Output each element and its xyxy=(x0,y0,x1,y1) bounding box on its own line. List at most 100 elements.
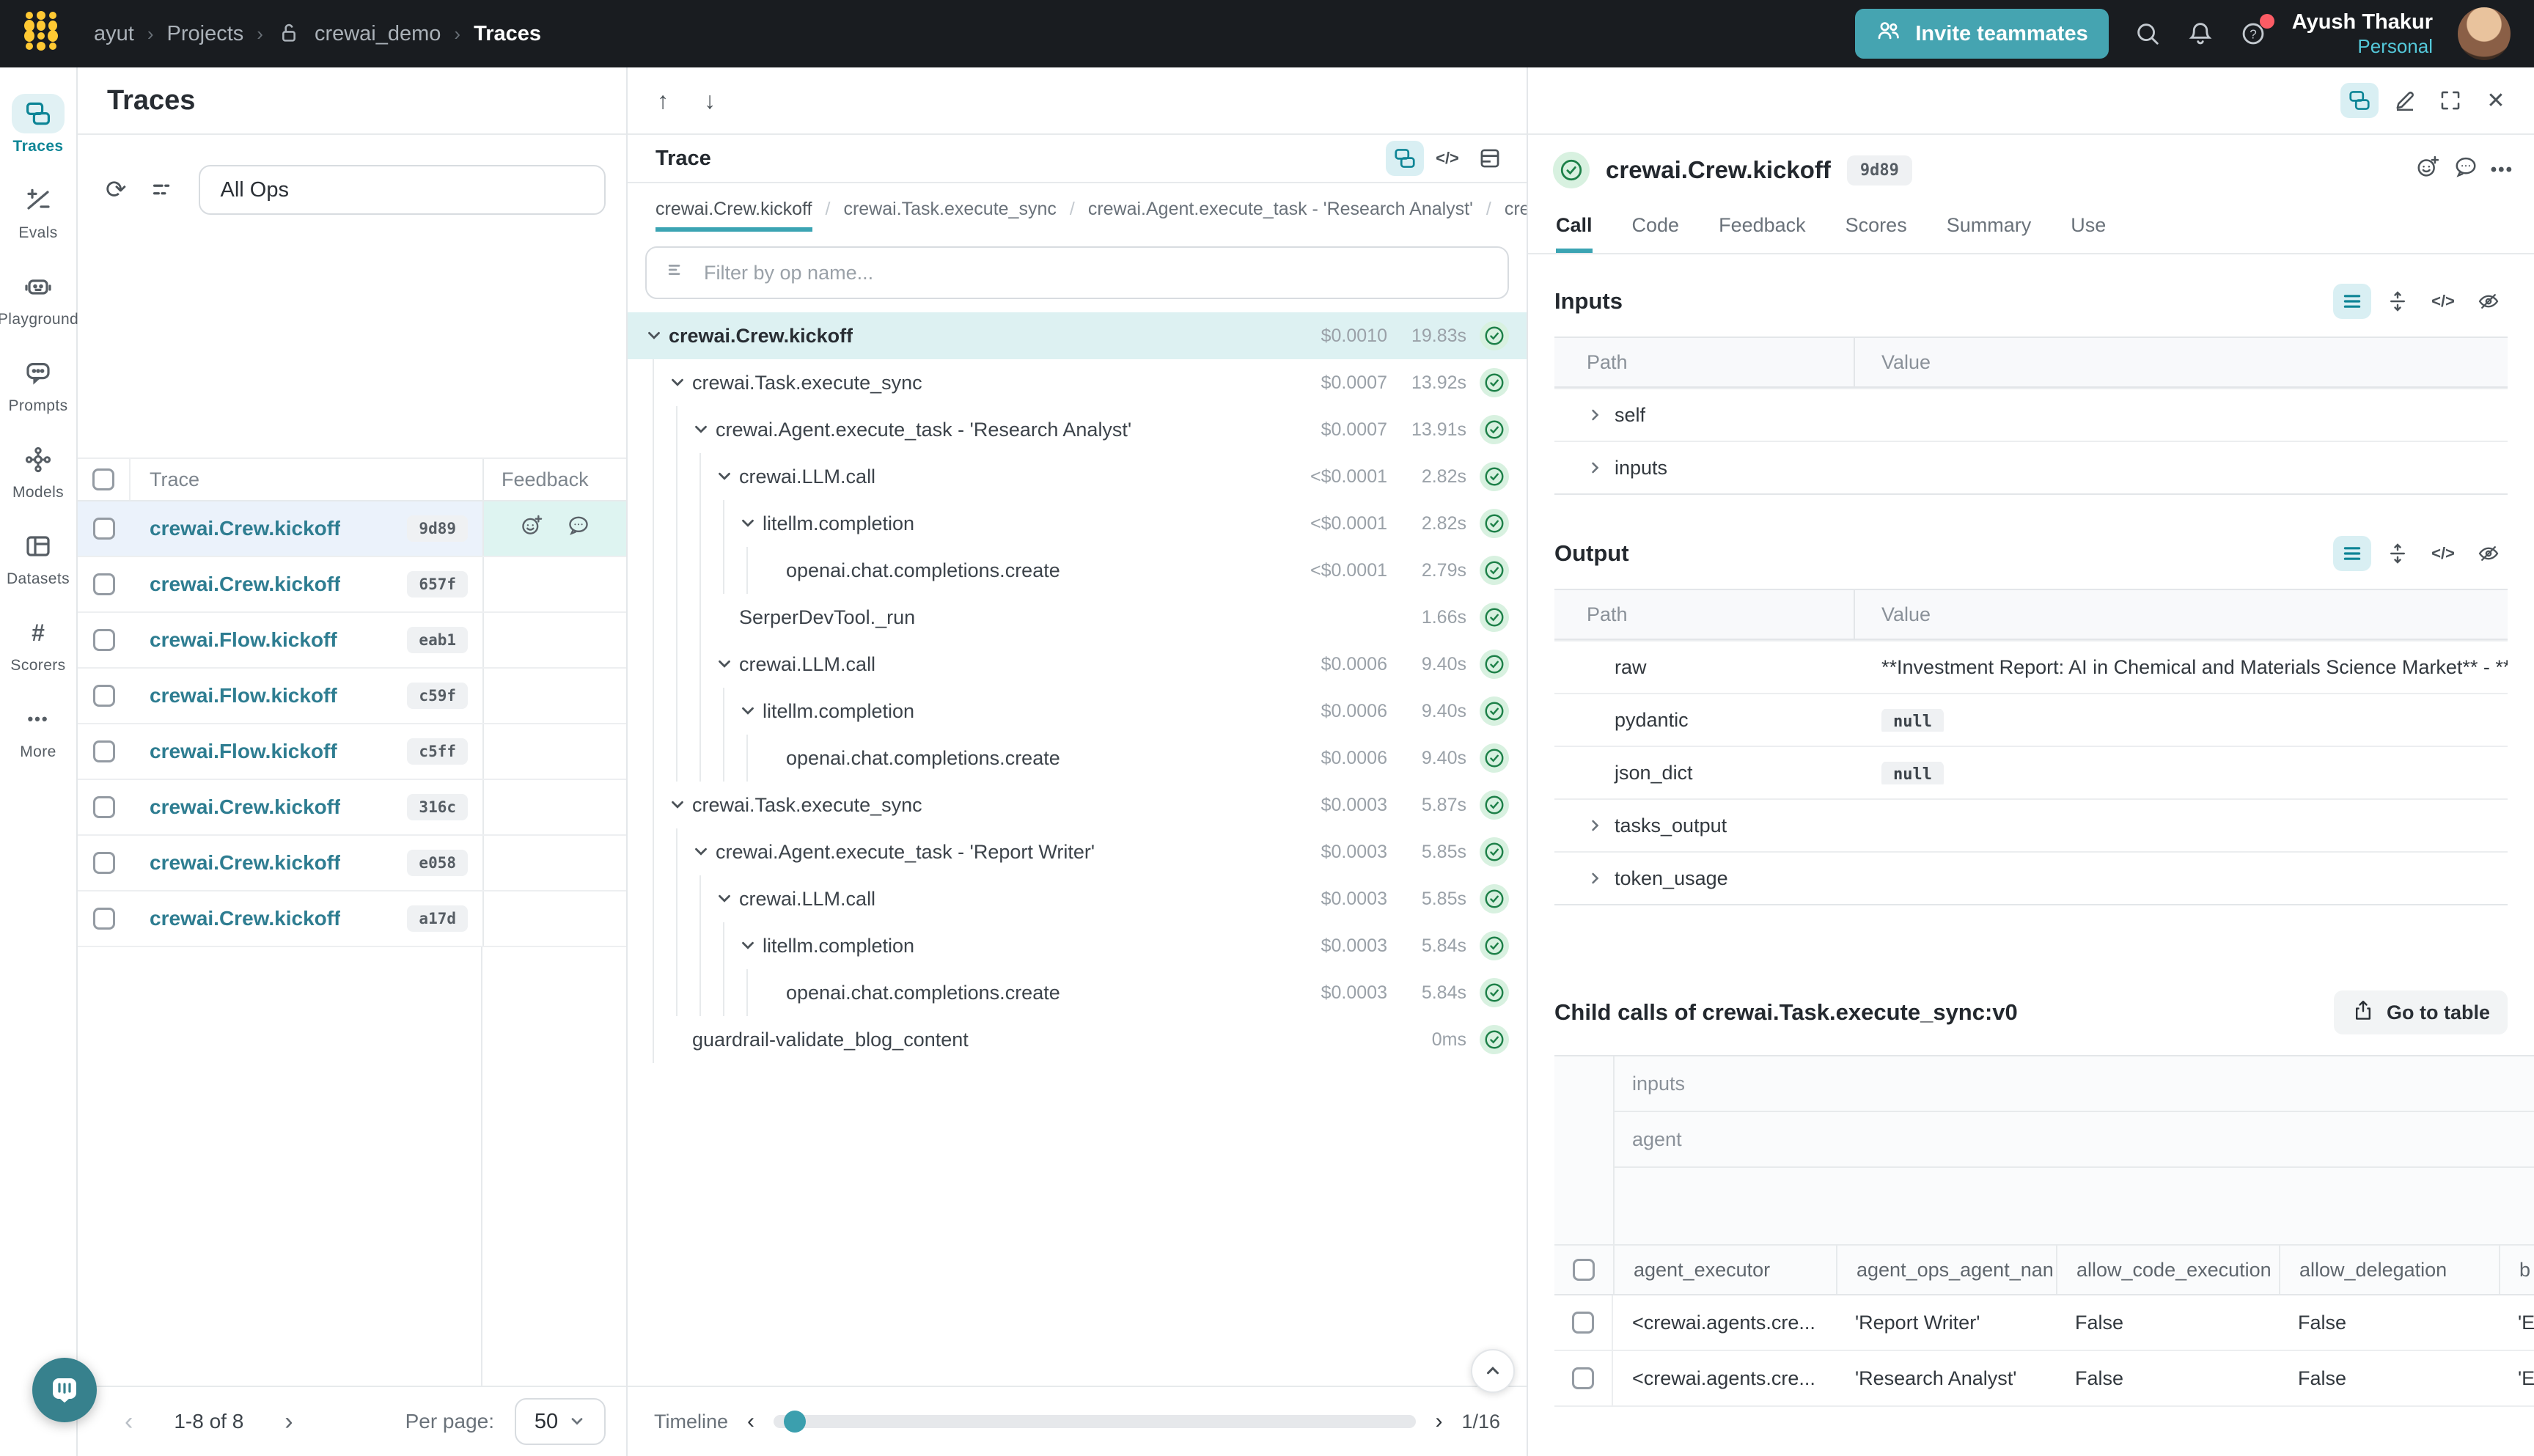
table-row[interactable]: <crewai.agents.cre...'Report Writer'Fals… xyxy=(1554,1295,2534,1351)
kv-row[interactable]: tasks_output xyxy=(1554,798,2508,851)
search-icon[interactable] xyxy=(2134,20,2162,48)
timeline-slider-knob[interactable] xyxy=(784,1411,806,1433)
more-options-icon[interactable]: ••• xyxy=(2491,160,2513,180)
row-checkbox[interactable] xyxy=(93,740,115,762)
tree-row[interactable]: crewai.LLM.call $0.0003 5.85s xyxy=(628,875,1527,922)
row-checkbox[interactable] xyxy=(93,629,115,651)
chevron-right-icon[interactable] xyxy=(1587,459,1604,477)
column-header-feedback[interactable]: Feedback xyxy=(482,459,626,500)
tab[interactable]: Call xyxy=(1556,205,1593,253)
code-view-icon[interactable]: </> xyxy=(2424,284,2462,319)
column-header[interactable]: allow_code_execution xyxy=(2056,1246,2279,1294)
chevron-down-icon[interactable] xyxy=(736,702,760,721)
code-view-icon[interactable]: </> xyxy=(1428,141,1466,176)
list-view-icon[interactable] xyxy=(2333,284,2371,319)
chevron-down-icon[interactable] xyxy=(713,889,736,908)
chevron-right-icon[interactable] xyxy=(1587,869,1604,887)
user-menu[interactable]: Ayush Thakur Personal xyxy=(2292,10,2433,58)
tab[interactable]: Scores xyxy=(1846,205,1907,253)
filter-list-icon[interactable] xyxy=(149,176,177,204)
row-checkbox[interactable] xyxy=(1572,1367,1594,1389)
table-row[interactable]: crewai.Crew.kickoff 316c xyxy=(78,780,626,836)
trace-link[interactable]: crewai.Flow.kickoff xyxy=(150,628,337,652)
table-row[interactable]: crewai.Flow.kickoff c5ff xyxy=(78,724,626,780)
chevron-down-icon[interactable] xyxy=(666,373,689,392)
breadcrumb-entity[interactable]: ayut xyxy=(94,22,134,46)
select-all-checkbox[interactable] xyxy=(92,468,114,490)
timeline-prev-icon[interactable]: ‹ xyxy=(747,1409,754,1434)
trace-link[interactable]: crewai.Crew.kickoff xyxy=(150,907,340,930)
collapse-timeline-button[interactable] xyxy=(1471,1349,1515,1393)
trace-link[interactable]: crewai.Crew.kickoff xyxy=(150,851,340,875)
tree-row[interactable]: crewai.Agent.execute_task - 'Research An… xyxy=(628,406,1527,453)
trace-link[interactable]: crewai.Crew.kickoff xyxy=(150,795,340,819)
tree-row[interactable]: crewai.LLM.call $0.0006 9.40s xyxy=(628,641,1527,688)
row-checkbox[interactable] xyxy=(1572,1312,1594,1334)
trace-link[interactable]: crewai.Crew.kickoff xyxy=(150,573,340,596)
select-all-checkbox[interactable] xyxy=(1573,1259,1595,1281)
tree-row[interactable]: SerperDevTool._run 1.66s xyxy=(628,594,1527,641)
fullscreen-icon[interactable] xyxy=(2431,83,2469,118)
ops-filter-select[interactable]: All Ops xyxy=(199,165,606,215)
row-checkbox[interactable] xyxy=(93,796,115,818)
help-icon[interactable]: ? xyxy=(2239,20,2267,48)
column-header-trace[interactable]: Trace xyxy=(131,468,482,491)
tree-row[interactable]: openai.chat.completions.create $0.0003 5… xyxy=(628,969,1527,1016)
chevron-down-icon[interactable] xyxy=(689,842,713,861)
timeline-slider[interactable] xyxy=(774,1415,1416,1428)
invite-teammates-button[interactable]: Invite teammates xyxy=(1855,9,2108,59)
chevron-down-icon[interactable] xyxy=(736,514,760,533)
tab[interactable]: Summary xyxy=(1947,205,2032,253)
kv-row[interactable]: json_dict null xyxy=(1554,746,2508,798)
chevron-down-icon[interactable] xyxy=(642,326,666,345)
op-filter-input[interactable] xyxy=(701,260,1490,286)
sidebar-item-prompts[interactable]: Prompts xyxy=(0,342,76,428)
chat-widget-button[interactable] xyxy=(32,1358,97,1422)
kv-row[interactable]: pydantic null xyxy=(1554,693,2508,746)
sidebar-item-scorers[interactable]: # Scorers xyxy=(0,601,76,688)
column-header[interactable]: agent_ops_agent_nan xyxy=(1836,1246,2056,1294)
tab[interactable]: Feedback xyxy=(1719,205,1806,253)
list-view-icon[interactable] xyxy=(2333,536,2371,571)
close-icon[interactable]: ✕ xyxy=(2477,83,2515,118)
flame-graph-icon[interactable] xyxy=(1471,141,1509,176)
table-row[interactable]: crewai.Crew.kickoff e058 xyxy=(78,836,626,891)
breadcrumb-call-2[interactable]: crewai.Agent.execute_task - 'Research An… xyxy=(1088,199,1473,232)
per-page-select[interactable]: 50 xyxy=(515,1398,606,1445)
tree-row[interactable]: crewai.Agent.execute_task - 'Report Writ… xyxy=(628,828,1527,875)
trace-link[interactable]: crewai.Flow.kickoff xyxy=(150,684,337,707)
breadcrumb-project[interactable]: crewai_demo xyxy=(315,22,441,46)
sidebar-item-models[interactable]: Models xyxy=(0,428,76,515)
column-header[interactable]: b xyxy=(2499,1246,2534,1294)
tree-row[interactable]: litellm.completion $0.0003 5.84s xyxy=(628,922,1527,969)
table-row[interactable]: crewai.Crew.kickoff a17d xyxy=(78,891,626,947)
kv-row[interactable]: self xyxy=(1554,388,2508,441)
tab[interactable]: Code xyxy=(1632,205,1680,253)
tree-row[interactable]: guardrail-validate_blog_content 0ms xyxy=(628,1016,1527,1063)
prev-page-button[interactable]: ‹ xyxy=(110,1408,147,1436)
hide-icon[interactable] xyxy=(2469,284,2508,319)
edit-icon[interactable] xyxy=(2386,83,2424,118)
kv-row[interactable]: inputs xyxy=(1554,441,2508,493)
breadcrumb-call-3[interactable]: crewai.LLM.call xyxy=(1505,199,1527,232)
table-row[interactable]: crewai.Crew.kickoff 657f xyxy=(78,557,626,613)
avatar[interactable] xyxy=(2458,7,2511,60)
comment-icon[interactable] xyxy=(2453,154,2479,186)
table-row[interactable]: crewai.Crew.kickoff 9d89 xyxy=(78,501,626,557)
tree-row[interactable]: crewai.LLM.call <$0.0001 2.82s xyxy=(628,453,1527,500)
add-reaction-icon[interactable] xyxy=(519,513,544,544)
tree-row[interactable]: litellm.completion <$0.0001 2.82s xyxy=(628,500,1527,547)
hide-icon[interactable] xyxy=(2469,536,2508,571)
sidebar-item-datasets[interactable]: Datasets xyxy=(0,515,76,601)
tree-row[interactable]: crewai.Crew.kickoff $0.0010 19.83s xyxy=(628,312,1527,359)
chevron-down-icon[interactable] xyxy=(713,467,736,486)
next-page-button[interactable]: › xyxy=(270,1408,307,1436)
tab[interactable]: Use xyxy=(2071,205,2106,253)
chevron-down-icon[interactable] xyxy=(666,795,689,815)
kv-row[interactable]: raw **Investment Report: AI in Chemical … xyxy=(1554,640,2508,693)
table-row[interactable]: <crewai.agents.cre...'Research Analyst'F… xyxy=(1554,1351,2534,1407)
sidebar-item-traces[interactable]: Traces xyxy=(0,82,76,169)
refresh-icon[interactable]: ⟳ xyxy=(106,175,127,205)
code-view-icon[interactable]: </> xyxy=(2424,536,2462,571)
trace-link[interactable]: crewai.Crew.kickoff xyxy=(150,517,340,540)
